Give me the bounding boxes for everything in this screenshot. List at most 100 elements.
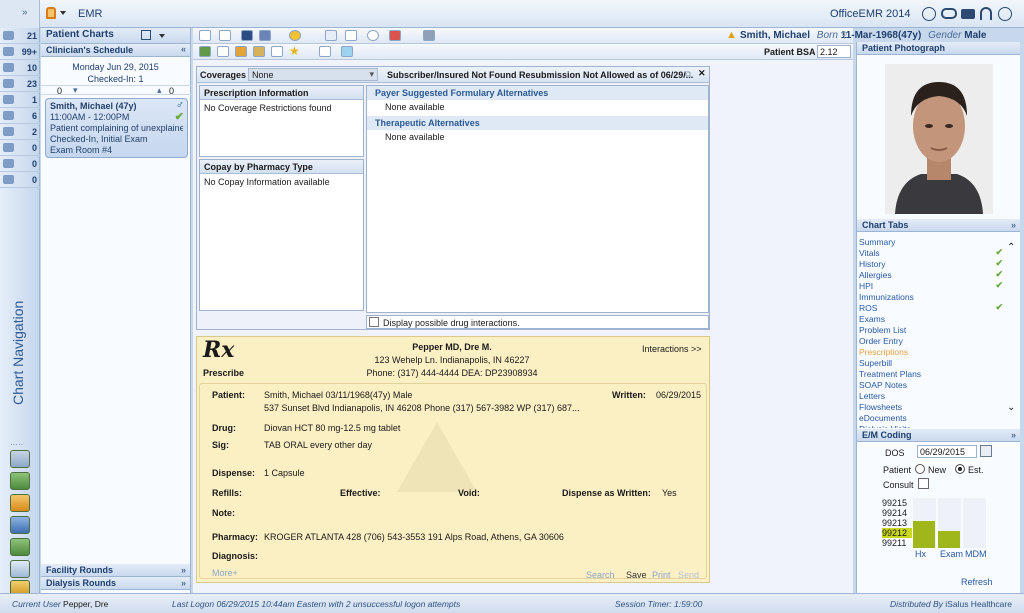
nav-item[interactable]: 23 [0,76,40,92]
star-icon[interactable]: ★ [289,44,300,58]
nav-item[interactable]: 0 [0,156,40,172]
clipboard-icon[interactable] [271,46,283,57]
truck-icon[interactable] [961,9,975,19]
chart-navigation-label[interactable]: Chart Navigation [10,278,30,428]
chart-icon[interactable] [199,46,211,57]
export-icon[interactable] [319,46,331,57]
em-code[interactable]: 99214 [882,508,912,518]
expand-icon[interactable]: » [181,578,186,588]
scroll-up-icon[interactable]: ⌃ [1007,242,1015,253]
chart-tab-item[interactable]: Vitals ✔ [859,247,1005,259]
clinician-schedule-header[interactable]: Clinician's Schedule « [41,44,190,57]
new-radio[interactable] [915,464,925,474]
collapse-toggle[interactable]: » [0,0,40,28]
chart-tab-item[interactable]: SOAP Notes [859,380,1005,391]
save-icon[interactable] [241,30,253,41]
nav-item[interactable]: 99+ [0,44,40,60]
nav-item[interactable]: 10 [0,60,40,76]
popout-icon[interactable]: ⧉ [685,69,691,80]
search-button[interactable]: Search [586,570,615,580]
nav-item[interactable]: 0 [0,172,40,188]
em-code[interactable]: 99211 [882,538,912,548]
splitter-dots[interactable]: ····· [10,440,23,449]
chart-tab-item[interactable]: Allergies ✔ [859,269,1005,281]
tools-icon[interactable] [10,450,30,468]
em-code[interactable]: 99213 [882,518,912,528]
chart-tab-item[interactable]: Problem List [859,325,1005,336]
grid-icon[interactable] [10,516,30,534]
appointment-card[interactable]: Smith, Michael (47y) 11:00AM - 12:00PM P… [45,98,188,158]
daw-value[interactable]: Yes [662,488,677,498]
bottle-icon[interactable] [235,46,247,57]
person-icon[interactable] [10,494,30,512]
user-edit-icon[interactable] [217,46,229,57]
binoculars-icon[interactable] [941,8,957,19]
chart-tab-item[interactable]: Summary [859,237,1005,248]
dialysis-rounds-header[interactable]: Dialysis Rounds » [41,577,190,590]
clock-icon[interactable] [367,30,379,41]
chart-tab-item[interactable]: ROS ✔ [859,302,1005,314]
flag-icon[interactable] [389,30,401,41]
info-icon[interactable] [341,46,353,57]
layout-icon[interactable] [141,30,151,40]
save-all-icon[interactable] [259,30,271,41]
more-link[interactable]: More+ [212,568,238,578]
collapse-icon[interactable]: » [1011,220,1016,230]
up-arrow-icon[interactable]: ▴ [157,85,162,96]
nav-item[interactable]: 1 [0,92,40,108]
copy-icon[interactable] [325,30,337,41]
lock-icon[interactable] [46,7,56,19]
collapse-icon[interactable]: « [181,44,186,54]
calendar-icon[interactable] [980,445,992,457]
facility-rounds-header[interactable]: Facility Rounds » [41,564,190,577]
dropdown-icon[interactable] [60,11,66,15]
new-document-icon[interactable] [199,30,211,41]
chart-tab-item[interactable]: Prescriptions [859,347,1005,358]
schedule-date[interactable]: Monday Jun 29, 2015 [41,61,190,73]
em-code[interactable]: 99215 [882,498,912,508]
pill-icon[interactable] [253,46,265,57]
drug-value[interactable]: Diovan HCT 80 mg-12.5 mg tablet [264,423,400,433]
written-date[interactable]: 06/29/2015 [656,390,701,400]
close-icon[interactable]: ✕ [698,68,706,79]
dropdown-icon[interactable] [159,34,165,38]
chart-tabs-header[interactable]: Chart Tabs » [857,219,1020,232]
est-radio[interactable] [955,464,965,474]
nav-item[interactable]: 0 [0,140,40,156]
refresh-link[interactable]: Refresh [961,577,993,587]
nav-item[interactable]: 2 [0,124,40,140]
send-button[interactable]: Send [678,570,699,580]
em-code[interactable]: 99212 [882,528,912,538]
chart-tab-item[interactable]: Treatment Plans [859,369,1005,380]
chart-tab-item[interactable]: Letters [859,391,1005,402]
dispense-value[interactable]: 1 Capsule [264,468,305,478]
em-coding-header[interactable]: E/M Coding » [857,429,1020,442]
chart-tab-item[interactable]: Superbill [859,358,1005,369]
coverages-select[interactable]: None ▾ [248,68,378,81]
save-button[interactable]: Save [626,570,647,580]
globe-icon[interactable] [289,30,301,41]
nav-item[interactable]: 21 [0,28,40,44]
chart-tab-item[interactable]: HPI ✔ [859,280,1005,292]
chart-tab-item[interactable]: Immunizations [859,292,1005,303]
sig-value[interactable]: TAB ORAL every other day [264,440,372,450]
chart-tab-item[interactable]: Exams [859,314,1005,325]
print-button[interactable]: Print [652,570,671,580]
down-arrow-icon[interactable]: ▾ [73,85,78,96]
print-icon[interactable] [219,30,231,41]
calendar-icon[interactable] [345,30,357,41]
chart-tab-item[interactable]: Order Entry [859,336,1005,347]
map-icon[interactable] [10,472,30,490]
search-icon[interactable]: ⚲ [841,30,848,41]
dos-field[interactable]: 06/29/2015 [917,445,977,458]
expand-icon[interactable]: » [181,565,186,575]
box-icon[interactable] [10,538,30,556]
pharmacy-value[interactable]: KROGER ATLANTA 428 (706) 543-3553 191 Al… [264,532,564,542]
headset-icon[interactable] [980,7,992,20]
collapse-icon[interactable]: » [1011,430,1016,440]
scroll-down-icon[interactable]: ⌄ [1007,402,1015,413]
chart-tab-item[interactable]: History ✔ [859,258,1005,270]
document-icon[interactable] [10,560,30,578]
send-icon[interactable] [423,30,435,41]
chart-tab-item[interactable]: Flowsheets [859,402,1005,413]
